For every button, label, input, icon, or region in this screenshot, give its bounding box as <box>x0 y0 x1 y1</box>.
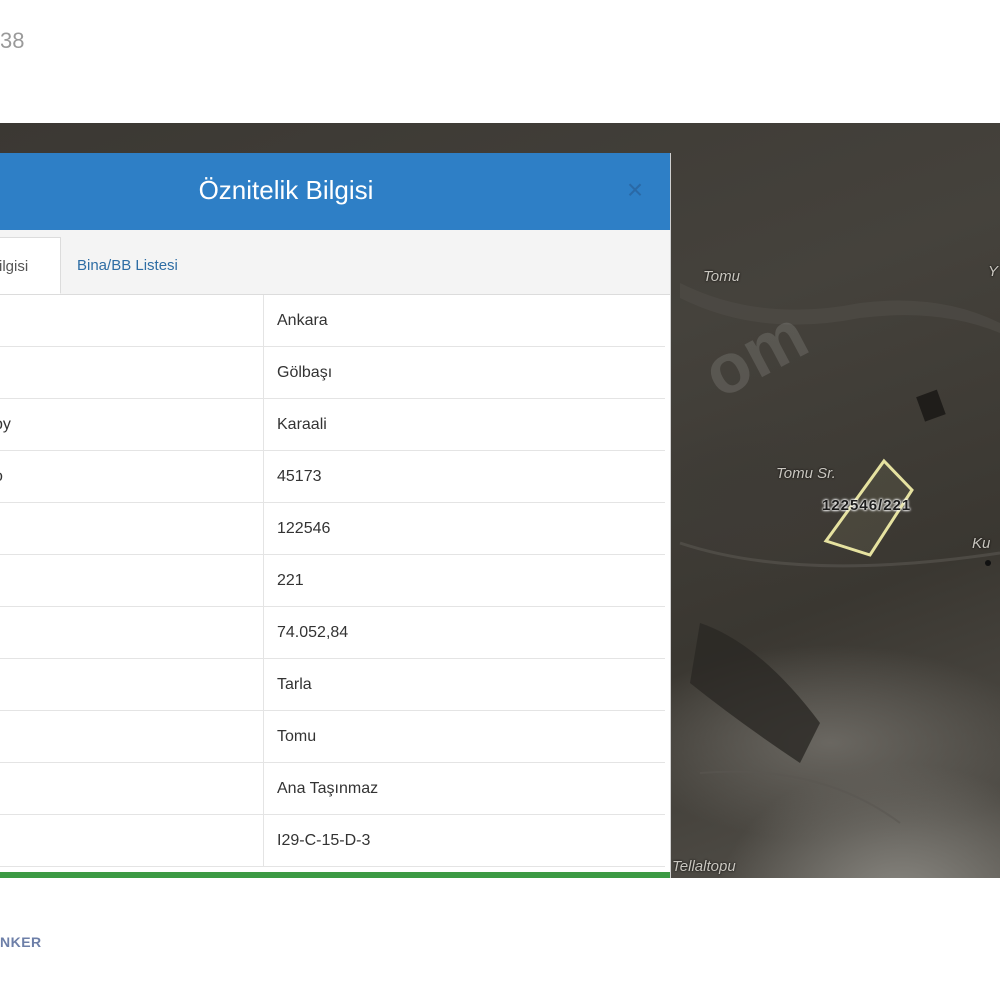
panel-footer-bar <box>0 872 670 878</box>
row-value: Karaali <box>263 398 665 451</box>
panel-header: Öznitelik Bilgisi × <box>0 153 670 230</box>
table-row: I29-C-15-D-3 <box>0 814 665 867</box>
table-row: Gölbaşı <box>0 346 665 399</box>
tab-label: Bina/BB Listesi <box>77 257 178 274</box>
table-row: Ankara <box>0 295 665 347</box>
tab-parcel-info[interactable]: Bilgisi <box>0 237 61 294</box>
table-row: 221 <box>0 554 665 607</box>
page-top-text: 38 <box>0 28 25 53</box>
page-bottom-text: NKER <box>0 934 42 950</box>
map-label-tomu: Tomu <box>703 268 740 285</box>
row-value: 221 <box>263 554 665 607</box>
table-row: 122546 <box>0 502 665 555</box>
attribute-panel: Öznitelik Bilgisi × Bilgisi Bina/BB List… <box>0 153 671 878</box>
row-value: Gölbaşı <box>263 346 665 399</box>
table-row: Ana Taşınmaz <box>0 762 665 815</box>
row-key: by <box>0 415 11 433</box>
table-row: 74.052,84 <box>0 606 665 659</box>
table-row: o 45173 <box>0 450 665 503</box>
attribute-table: Ankara Gölbaşı by Karaali o 45173 122546 2… <box>0 295 665 867</box>
row-key: o <box>0 468 3 485</box>
row-value: Tarla <box>263 658 665 711</box>
table-row: Tomu <box>0 710 665 763</box>
row-value: Tomu <box>263 710 665 763</box>
tab-building-list[interactable]: Bina/BB Listesi <box>77 237 178 294</box>
table-row: Tarla <box>0 658 665 711</box>
row-value: I29-C-15-D-3 <box>263 814 665 867</box>
row-value: Ankara <box>263 295 665 347</box>
map-label-y: Y <box>988 263 999 280</box>
tab-label: Bilgisi <box>0 258 29 275</box>
row-value: Ana Taşınmaz <box>263 762 665 815</box>
row-value: 74.052,84 <box>263 606 665 659</box>
row-value: 122546 <box>263 502 665 555</box>
map-label-ku: Ku <box>972 535 991 552</box>
panel-tabs: Bilgisi Bina/BB Listesi <box>0 230 670 295</box>
row-value: 45173 <box>263 450 665 503</box>
close-icon: × <box>626 174 644 205</box>
parcel-label: 122546/221 <box>822 497 912 514</box>
close-button[interactable]: × <box>622 174 648 205</box>
panel-title: Öznitelik Bilgisi <box>198 175 374 205</box>
table-row: by Karaali <box>0 398 665 451</box>
map-label-tellaltopu: Tellaltopu <box>672 858 736 875</box>
map-label-tomu-sr: Tomu Sr. <box>776 465 836 482</box>
